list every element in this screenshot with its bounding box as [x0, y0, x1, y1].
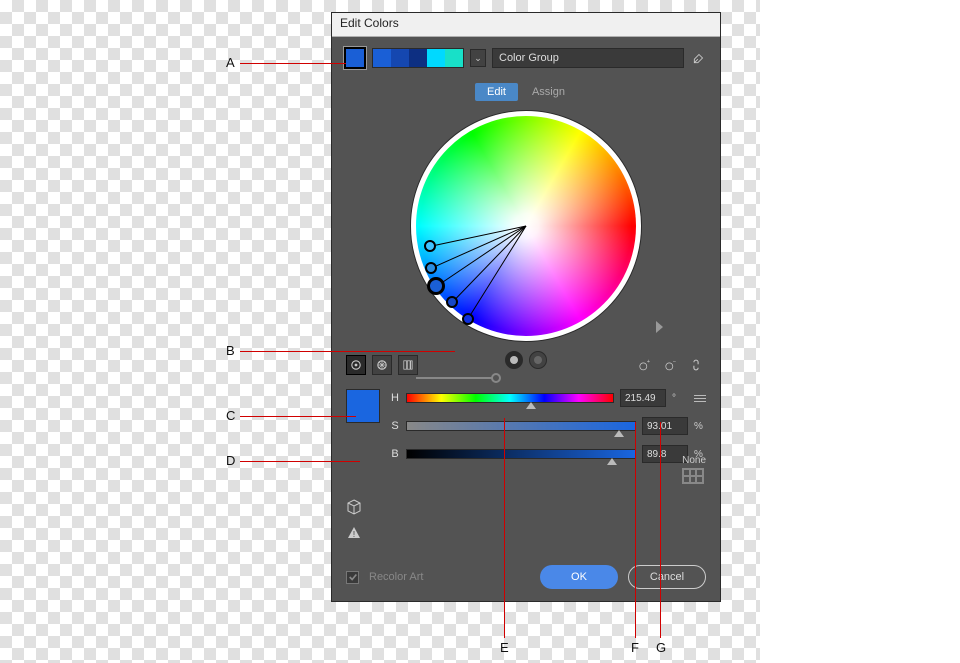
out-of-gamut-warning-icon[interactable]: !: [346, 525, 362, 541]
edit-colors-dialog: Edit Colors ⌄ Edit Assign: [331, 12, 721, 602]
remove-color-tool-icon[interactable]: −: [660, 355, 680, 375]
leader-A: [240, 63, 346, 64]
bri-value-input[interactable]: [642, 445, 688, 463]
show-sat-hue-button[interactable]: [505, 351, 523, 369]
hue-slider[interactable]: [406, 393, 614, 403]
leader-G: [660, 422, 661, 638]
callout-A: A: [226, 55, 235, 70]
cube-icon[interactable]: [346, 499, 362, 515]
tab-edit[interactable]: Edit: [475, 83, 518, 101]
active-color-swatch[interactable]: [344, 47, 366, 69]
leader-B: [240, 351, 455, 352]
unlink-harmony-icon[interactable]: [686, 355, 706, 375]
add-color-tool-icon[interactable]: +: [634, 355, 654, 375]
callout-B: B: [226, 343, 235, 358]
leader-D: [240, 461, 360, 462]
smooth-wheel-button[interactable]: [346, 355, 366, 375]
color-bars-button[interactable]: [398, 355, 418, 375]
sat-label: S: [390, 420, 400, 432]
callout-C: C: [226, 408, 235, 423]
slider-menu-icon[interactable]: [694, 395, 706, 402]
dialog-title: Edit Colors: [332, 13, 720, 37]
sat-slider[interactable]: [406, 421, 636, 431]
ok-button[interactable]: OK: [540, 565, 618, 589]
svg-text:−: −: [673, 359, 676, 365]
svg-text:+: +: [647, 359, 650, 365]
recolor-art-checkbox[interactable]: [346, 571, 359, 584]
sat-unit: %: [694, 421, 706, 432]
recolor-art-label: Recolor Art: [369, 571, 423, 583]
color-wheel[interactable]: [411, 111, 641, 341]
svg-text:!: !: [353, 530, 355, 539]
tab-assign[interactable]: Assign: [520, 83, 577, 101]
callout-G: G: [656, 640, 666, 655]
bri-slider[interactable]: [406, 449, 636, 459]
hue-unit: °: [672, 393, 684, 404]
wheel-color-handle[interactable]: [425, 262, 437, 274]
wheel-color-handle[interactable]: [462, 313, 474, 325]
show-brightness-button[interactable]: [529, 351, 547, 369]
eyedropper-icon[interactable]: [690, 49, 708, 67]
leader-F: [635, 422, 636, 638]
brightness-slider[interactable]: [416, 377, 496, 379]
segmented-wheel-button[interactable]: [372, 355, 392, 375]
callout-E: E: [500, 640, 509, 655]
wheel-color-handle[interactable]: [424, 240, 436, 252]
sat-value-input[interactable]: [642, 417, 688, 435]
wheel-color-handle[interactable]: [446, 296, 458, 308]
expand-panel-arrow-icon[interactable]: [656, 321, 663, 333]
callout-F: F: [631, 640, 639, 655]
color-group-dropdown[interactable]: ⌄: [470, 49, 486, 67]
color-group-name-input[interactable]: [492, 48, 684, 68]
current-color-swatch[interactable]: [346, 389, 380, 423]
bri-label: B: [390, 448, 400, 460]
wheel-color-handle[interactable]: [427, 277, 445, 295]
color-group-swatches[interactable]: [372, 48, 464, 68]
leader-E: [504, 418, 505, 638]
none-label: None: [682, 455, 706, 466]
cancel-button[interactable]: Cancel: [628, 565, 706, 589]
none-swatch-grid-icon[interactable]: [682, 468, 704, 484]
leader-C: [240, 416, 356, 417]
callout-D: D: [226, 453, 235, 468]
hue-value-input[interactable]: [620, 389, 666, 407]
hue-label: H: [390, 392, 400, 404]
